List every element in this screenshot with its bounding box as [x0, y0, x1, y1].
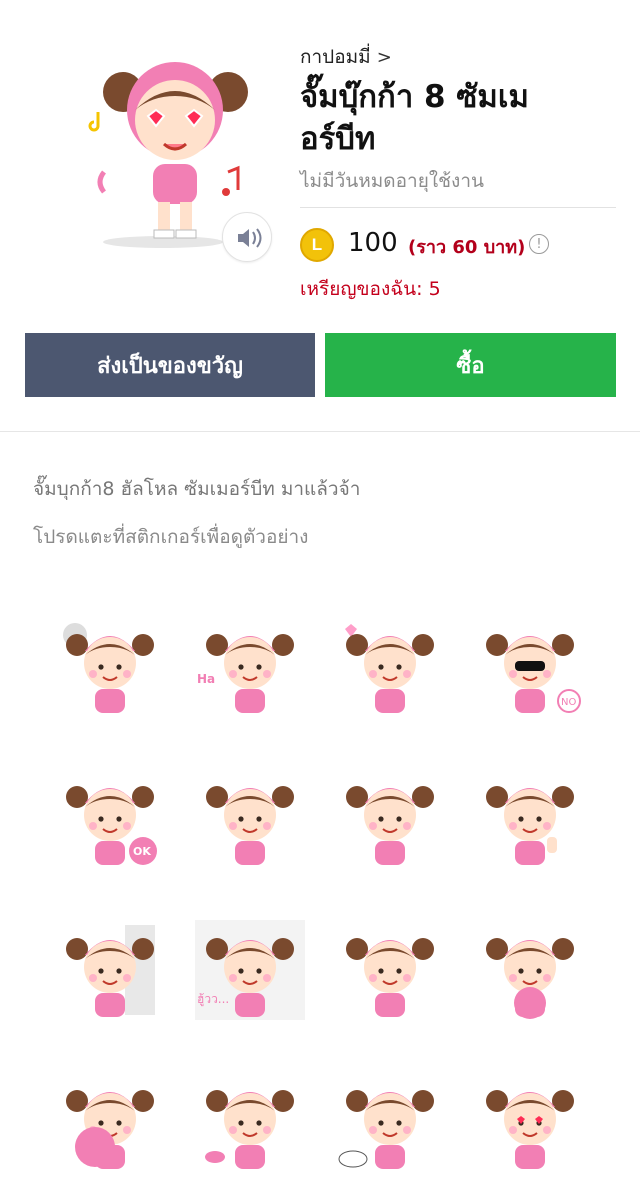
sticker-item[interactable]: Ha	[180, 590, 320, 742]
author-name: กาปอมมี่	[300, 46, 371, 68]
sticker-girl-thank-you-icon	[205, 785, 295, 866]
price-coins: 100	[348, 228, 398, 258]
sticker-girl-sunglasses-no-icon: NO	[485, 633, 581, 714]
sticker-girl-peek-icon	[65, 925, 155, 1018]
line-coin-icon: L	[300, 228, 334, 262]
sticker-item[interactable]	[40, 894, 180, 1046]
sticker-header: กาปอมมี่ > จั๊มบุ๊กก้า 8 ซัมเมอร์บีท ไม่ม…	[0, 0, 640, 432]
sticker-girl-sleepy-icon	[338, 1089, 435, 1170]
sticker-title: จั๊มบุ๊กก้า 8 ซัมเมอร์บีท	[300, 79, 529, 157]
sticker-description: จั๊มบุกก้า8 ฮัลโหล ซัมเมอร์บีท มาแล้วจ้า	[33, 478, 361, 500]
sticker-girl-plate-icon	[485, 937, 575, 1019]
author-link[interactable]: กาปอมมี่ >	[300, 42, 392, 72]
sticker-girl-hearts-icon	[345, 624, 435, 714]
sticker-item[interactable]	[460, 742, 600, 894]
sticker-girl-plate-face-icon	[65, 1089, 155, 1170]
sticker-text-huu: ฮู้วว...	[197, 992, 229, 1007]
sticker-girl-laughing-icon: Ha	[197, 633, 295, 714]
sticker-item[interactable]	[320, 1046, 460, 1198]
sticker-item[interactable]	[460, 1046, 600, 1198]
sticker-item[interactable]	[180, 1046, 320, 1198]
sticker-text-haha: Ha	[197, 672, 215, 686]
sticker-item[interactable]	[40, 590, 180, 742]
sticker-item[interactable]: OK	[40, 742, 180, 894]
sticker-item[interactable]	[320, 742, 460, 894]
sound-play-button[interactable]	[222, 212, 272, 262]
sticker-item[interactable]	[320, 894, 460, 1046]
sticker-girl-back-icon	[205, 1089, 295, 1170]
sticker-girl-thinking-icon	[345, 937, 435, 1018]
info-icon[interactable]: !	[529, 234, 549, 254]
expiry-text: ไม่มีวันหมดอายุใช้งาน	[300, 170, 484, 192]
sticker-girl-huu-icon: ฮู้วว...	[195, 920, 305, 1020]
chevron-right-icon: >	[376, 47, 392, 68]
preview-hint: โปรดแตะที่สติกเกอร์เพื่อดูตัวอย่าง	[33, 526, 309, 548]
buy-button[interactable]: ซื้อ	[325, 333, 616, 397]
sticker-text-no: NO	[561, 697, 576, 708]
sticker-girl-thumbs-up-icon	[485, 785, 575, 866]
sticker-girl-heart-eyes-icon	[485, 1089, 575, 1170]
sticker-item[interactable]	[460, 894, 600, 1046]
divider	[300, 207, 616, 208]
send-gift-button[interactable]: ส่งเป็นของขวัญ	[25, 333, 315, 397]
sticker-item[interactable]: ฮู้วว...	[180, 894, 320, 1046]
my-coins-balance: เหรียญของฉัน: 5	[300, 278, 441, 300]
sticker-girl-ok-icon: OK	[65, 785, 157, 866]
sticker-item[interactable]	[320, 590, 460, 742]
sticker-item[interactable]	[180, 742, 320, 894]
sticker-item[interactable]: NO	[460, 590, 600, 742]
sticker-girl-wai-icon	[345, 785, 435, 866]
price-baht: (ราว 60 บาท)	[408, 237, 526, 258]
speaker-icon	[238, 228, 262, 248]
sticker-item[interactable]	[40, 1046, 180, 1198]
sticker-grid: Ha NO OK ฮู้วว...	[40, 590, 600, 1198]
sticker-text-ok: OK	[133, 845, 151, 858]
sticker-girl-fan-icon	[63, 623, 155, 714]
